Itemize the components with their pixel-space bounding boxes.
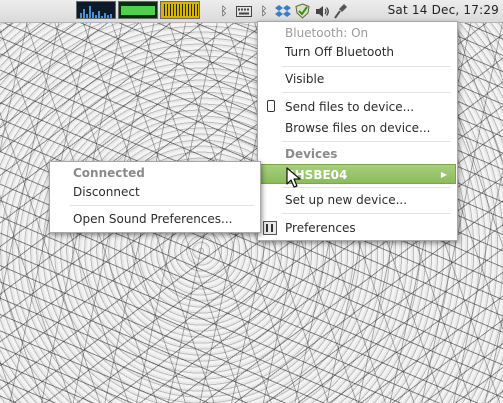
menu-separator bbox=[70, 205, 254, 206]
turn-off-bluetooth-item[interactable]: Turn Off Bluetooth bbox=[258, 42, 457, 62]
send-files-item[interactable]: Send files to device... bbox=[258, 97, 457, 117]
browse-files-item[interactable]: Browse files on device... bbox=[258, 118, 457, 138]
shield-check-icon[interactable] bbox=[293, 2, 311, 20]
menu-separator bbox=[282, 187, 451, 188]
preferences-icon bbox=[263, 221, 277, 235]
network-monitor[interactable] bbox=[160, 1, 200, 19]
menu-separator bbox=[282, 66, 451, 67]
bluetooth-icon[interactable]: ᛒ bbox=[218, 2, 230, 20]
panel-clock[interactable]: Sat 14 Dec, 17:29 bbox=[388, 3, 499, 17]
device-submenu: Connected Disconnect Open Sound Preferen… bbox=[49, 161, 261, 233]
connection-status: Connected bbox=[73, 166, 145, 180]
cpu-monitor[interactable] bbox=[76, 1, 116, 19]
submenu-arrow-icon: ▶ bbox=[440, 170, 447, 179]
bluetooth-menu: Bluetooth: On Turn Off Bluetooth Visible… bbox=[257, 21, 458, 241]
top-panel: ᛒ ᛒ Sat 14 Dec, 17:29 bbox=[0, 0, 503, 23]
keyboard-icon[interactable] bbox=[235, 2, 253, 20]
network-icon[interactable] bbox=[333, 2, 349, 20]
bluetooth-active-icon[interactable]: ᛒ bbox=[258, 2, 270, 20]
disconnect-item[interactable]: Disconnect bbox=[50, 182, 260, 202]
memory-monitor[interactable] bbox=[118, 1, 158, 19]
visible-item[interactable]: Visible bbox=[258, 69, 457, 89]
devices-header: Devices bbox=[285, 147, 338, 161]
menu-separator bbox=[282, 92, 451, 93]
dropbox-icon[interactable] bbox=[274, 2, 292, 20]
preferences-item[interactable]: Preferences bbox=[258, 218, 457, 238]
bluetooth-status: Bluetooth: On bbox=[285, 26, 369, 40]
setup-new-device-item[interactable]: Set up new device... bbox=[258, 190, 457, 210]
volume-icon[interactable] bbox=[314, 2, 330, 20]
menu-separator bbox=[282, 141, 451, 142]
mouse-pointer-icon bbox=[286, 167, 301, 188]
menu-separator bbox=[282, 213, 451, 214]
phone-icon bbox=[267, 100, 275, 112]
open-sound-preferences-item[interactable]: Open Sound Preferences... bbox=[50, 209, 260, 229]
